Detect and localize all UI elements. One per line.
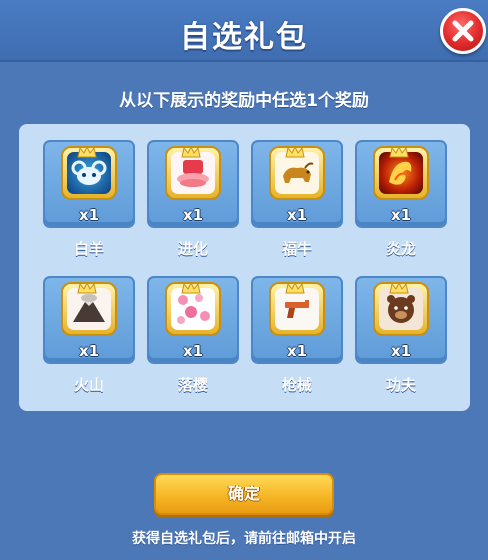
reward-frame: [61, 146, 117, 200]
reward-item-volcano[interactable]: x1 火山: [43, 276, 135, 396]
reward-name: 功夫: [385, 376, 416, 394]
crown-icon: [389, 146, 409, 158]
crown-icon: [389, 282, 409, 294]
reward-name: 落樱: [177, 376, 208, 394]
cherry-blossom-icon: [171, 288, 215, 330]
reward-name: 进化: [177, 240, 208, 258]
reward-quantity: x1: [78, 206, 100, 224]
kungfu-bear-icon: [379, 288, 423, 330]
evolution-jelly-icon: [171, 152, 215, 194]
reward-frame: [61, 282, 117, 336]
reward-quantity: x1: [390, 206, 412, 224]
reward-item-gun[interactable]: x1 枪械: [251, 276, 343, 396]
reward-quantity: x1: [390, 342, 412, 360]
close-icon: [452, 20, 474, 42]
close-button[interactable]: [440, 8, 486, 54]
crown-icon: [77, 282, 97, 294]
gun-icon: [275, 288, 319, 330]
crown-icon: [285, 146, 305, 158]
reward-name: 福牛: [281, 240, 312, 258]
reward-quantity: x1: [182, 206, 204, 224]
crown-icon: [181, 282, 201, 294]
volcano-icon: [67, 288, 111, 330]
reward-frame: [165, 282, 221, 336]
reward-name: 白羊: [73, 240, 104, 258]
lucky-ox-icon: [275, 152, 319, 194]
crown-icon: [181, 146, 201, 158]
confirm-button[interactable]: 确定: [154, 473, 334, 515]
reward-item-cherry-blossom[interactable]: x1 落樱: [147, 276, 239, 396]
reward-frame: [373, 146, 429, 200]
reward-item-lucky-ox[interactable]: x1 福牛: [251, 140, 343, 260]
reward-name: 火山: [73, 376, 104, 394]
reward-frame: [269, 282, 325, 336]
crown-icon: [285, 282, 305, 294]
reward-frame: [165, 146, 221, 200]
instruction-text: 从以下展示的奖励中任选1个奖励: [119, 91, 369, 111]
reward-quantity: x1: [78, 342, 100, 360]
aries-mask-icon: [67, 152, 111, 194]
reward-grid: x1 白羊 x1 进化 x1 福牛 x1 炎龙 x1 火山 x1 落樱 x1 枪…: [19, 124, 470, 411]
reward-frame: [373, 282, 429, 336]
footnote-text: 获得自选礼包后，请前往邮箱中开启: [132, 531, 356, 547]
flame-dragon-icon: [379, 152, 423, 194]
reward-item-flame-dragon[interactable]: x1 炎龙: [355, 140, 447, 260]
dialog-body: 从以下展示的奖励中任选1个奖励 x1 白羊 x1 进化 x1 福牛 x1 炎龙 …: [0, 62, 488, 560]
reward-name: 枪械: [281, 376, 312, 394]
reward-quantity: x1: [286, 206, 308, 224]
reward-item-aries[interactable]: x1 白羊: [43, 140, 135, 260]
dialog-title: 自选礼包: [180, 20, 308, 55]
crown-icon: [77, 146, 97, 158]
reward-name: 炎龙: [385, 240, 416, 258]
reward-frame: [269, 146, 325, 200]
reward-item-kungfu[interactable]: x1 功夫: [355, 276, 447, 396]
dialog-header: 自选礼包: [0, 0, 488, 62]
reward-quantity: x1: [286, 342, 308, 360]
reward-item-evolution[interactable]: x1 进化: [147, 140, 239, 260]
reward-quantity: x1: [182, 342, 204, 360]
